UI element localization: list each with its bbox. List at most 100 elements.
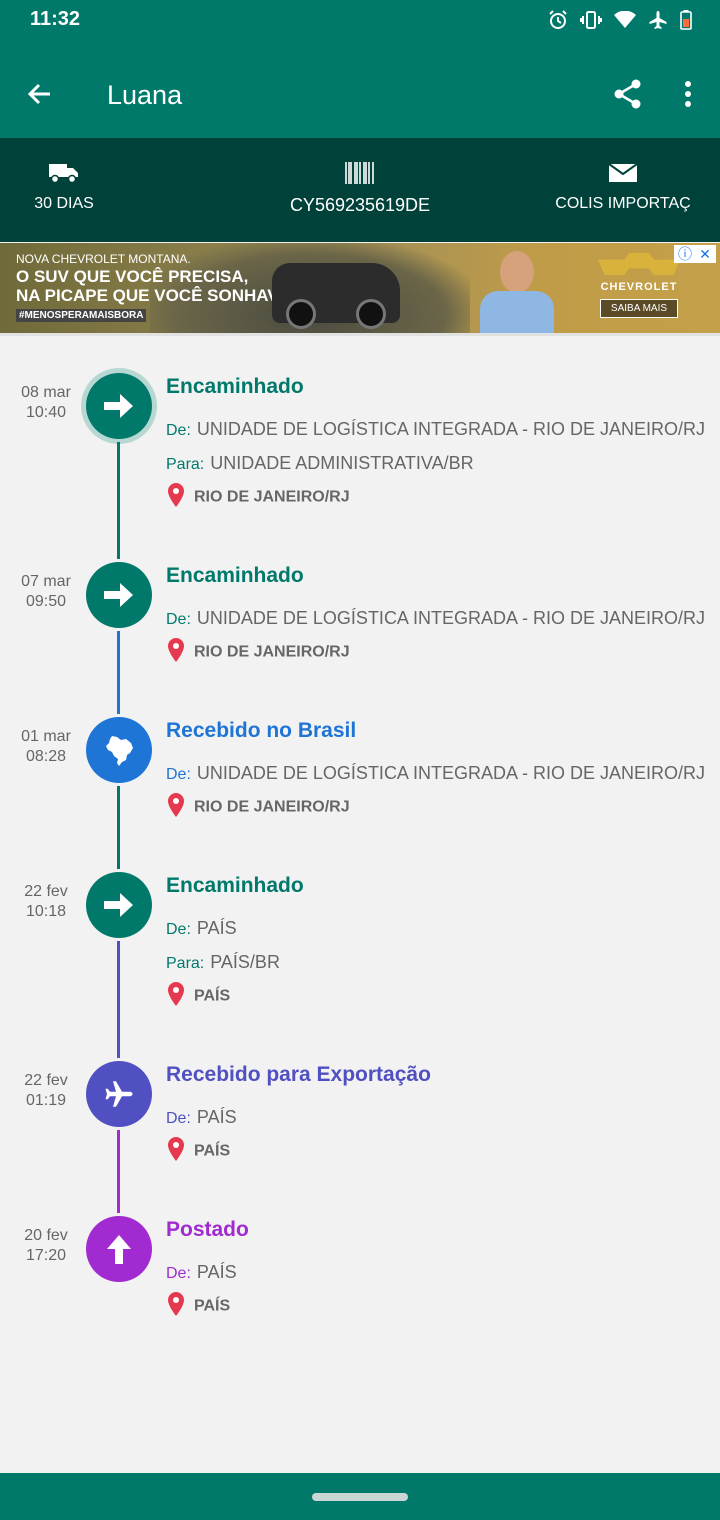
from-label: De: [166, 1110, 191, 1127]
event-title: Postado [166, 1218, 249, 1241]
event-date: 07 mar [21, 573, 71, 590]
event-datetime: 22 fev 01:19 [6, 1071, 86, 1111]
tracking-timeline: 08 mar 10:40 Encaminhado De: UNIDADE DE LOGÍ… [0, 333, 720, 1476]
event-location: RIO DE JANEIRO/RJ [166, 793, 350, 822]
ad-info-icon[interactable]: ⓘ [677, 246, 693, 262]
navigation-bar [0, 1473, 720, 1520]
event-date: 20 fev [24, 1227, 68, 1244]
from-label: De: [166, 1265, 191, 1282]
location-pin-icon [166, 982, 186, 1011]
ad-brand-name: CHEVROLET [600, 281, 678, 293]
event-title: Encaminhado [166, 375, 304, 398]
timeline-connector [117, 941, 120, 1058]
timeline-connector [117, 442, 120, 559]
timeline-connector [117, 631, 120, 714]
event-status-circle [86, 717, 152, 783]
page-title: Luana [107, 80, 183, 110]
ad-person-image [480, 247, 554, 333]
truck-icon [49, 164, 79, 188]
shipment-type-item[interactable]: COLIS IMPORTAÇ [548, 162, 698, 213]
vibrate-icon [580, 10, 602, 30]
to-value: UNIDADE ADMINISTRATIVA/BR [210, 453, 474, 473]
ad-line-2: O SUV QUE VOCÊ PRECISA, [16, 267, 249, 286]
ad-cta-button[interactable]: SAIBA MAIS [600, 299, 678, 318]
from-value: PAÍS [196, 1262, 237, 1282]
event-time: 10:40 [25, 404, 67, 421]
shipment-info-bar: 30 DIAS CY569235619DE COLIS IMPORTAÇ [0, 138, 720, 242]
event-time: 17:20 [25, 1247, 67, 1264]
event-location: PAÍS [166, 1137, 230, 1166]
location-pin-icon [166, 638, 186, 667]
ad-brand: CHEVROLET SAIBA MAIS [594, 253, 684, 318]
from-value: UNIDADE DE LOGÍSTICA INTEGRADA - RIO DE … [196, 419, 705, 439]
event-title: Recebido para Exportação [166, 1063, 431, 1086]
days-item[interactable]: 30 DIAS [22, 162, 106, 213]
event-location: RIO DE JANEIRO/RJ [166, 483, 350, 512]
from-value: PAÍS [196, 918, 237, 938]
location-value: PAÍS [194, 987, 231, 1005]
location-value: RIO DE JANEIRO/RJ [194, 798, 350, 816]
tracking-code: CY569235619DE [289, 195, 431, 215]
event-datetime: 22 fev 10:18 [6, 882, 86, 922]
from-value: UNIDADE DE LOGÍSTICA INTEGRADA - RIO DE … [196, 763, 705, 783]
location-value: PAÍS [194, 1142, 231, 1160]
event-location: PAÍS [166, 1292, 230, 1321]
from-value: UNIDADE DE LOGÍSTICA INTEGRADA - RIO DE … [196, 608, 705, 628]
from-label: De: [166, 422, 191, 439]
barcode-icon [345, 162, 375, 188]
event-status-circle [86, 1061, 152, 1127]
location-value: RIO DE JANEIRO/RJ [194, 643, 350, 661]
back-arrow-icon[interactable] [26, 80, 54, 113]
location-pin-icon [166, 793, 186, 822]
event-datetime: 20 fev 17:20 [6, 1226, 86, 1266]
event-time: 01:19 [25, 1092, 67, 1109]
timeline-connector [117, 1130, 120, 1213]
alarm-icon [548, 10, 568, 30]
more-vert-icon[interactable] [683, 80, 693, 113]
event-location: RIO DE JANEIRO/RJ [166, 638, 350, 667]
tracking-code-item[interactable]: CY569235619DE [270, 162, 450, 216]
ad-hashtag: #MENOSPERAMAISBORA [16, 309, 147, 322]
event-status-circle [86, 872, 152, 938]
event-from: De: PAÍS [166, 1262, 237, 1283]
event-title: Encaminhado [166, 564, 304, 587]
event-status-circle [86, 1216, 152, 1282]
event-from: De: UNIDADE DE LOGÍSTICA INTEGRADA - RIO … [166, 419, 705, 440]
from-label: De: [166, 611, 191, 628]
ad-close-icon[interactable]: ✕ [697, 246, 713, 262]
from-value: PAÍS [196, 1107, 237, 1127]
from-label: De: [166, 921, 191, 938]
brazil-map-icon [104, 734, 134, 766]
to-label: Para: [166, 456, 205, 473]
event-date: 01 mar [21, 728, 71, 745]
ad-choices[interactable]: ⓘ ✕ [674, 245, 716, 263]
ad-car-image [272, 263, 400, 329]
ad-line-1: NOVA CHEVROLET MONTANA. [16, 252, 191, 266]
status-bar: 11:32 [0, 0, 720, 40]
shipment-type: COLIS IMPORTAÇ [555, 195, 691, 212]
event-date: 22 fev [24, 1072, 68, 1089]
from-label: De: [166, 766, 191, 783]
chevrolet-logo-icon [598, 253, 680, 275]
arrow-right-icon [104, 582, 134, 608]
envelope-icon [608, 163, 638, 188]
event-datetime: 07 mar 09:50 [6, 572, 86, 612]
event-status-circle [86, 373, 152, 439]
event-date: 08 mar [21, 384, 71, 401]
to-label: Para: [166, 955, 205, 972]
days-label: 30 DIAS [34, 195, 94, 212]
location-pin-icon [166, 483, 186, 512]
home-gesture-handle[interactable] [312, 1493, 408, 1501]
wifi-icon [614, 11, 636, 29]
event-time: 09:50 [25, 593, 67, 610]
event-time: 10:18 [25, 903, 67, 920]
airplane-icon [104, 1079, 134, 1109]
ad-banner[interactable]: NOVA CHEVROLET MONTANA. O SUV QUE VOCÊ P… [0, 243, 720, 333]
share-icon[interactable] [612, 78, 644, 115]
app-bar: Luana [0, 40, 720, 138]
timeline-connector [117, 786, 120, 869]
arrow-up-icon [106, 1234, 132, 1264]
event-status-circle [86, 562, 152, 628]
event-datetime: 08 mar 10:40 [6, 383, 86, 423]
event-to: Para: PAÍS/BR [166, 952, 280, 973]
